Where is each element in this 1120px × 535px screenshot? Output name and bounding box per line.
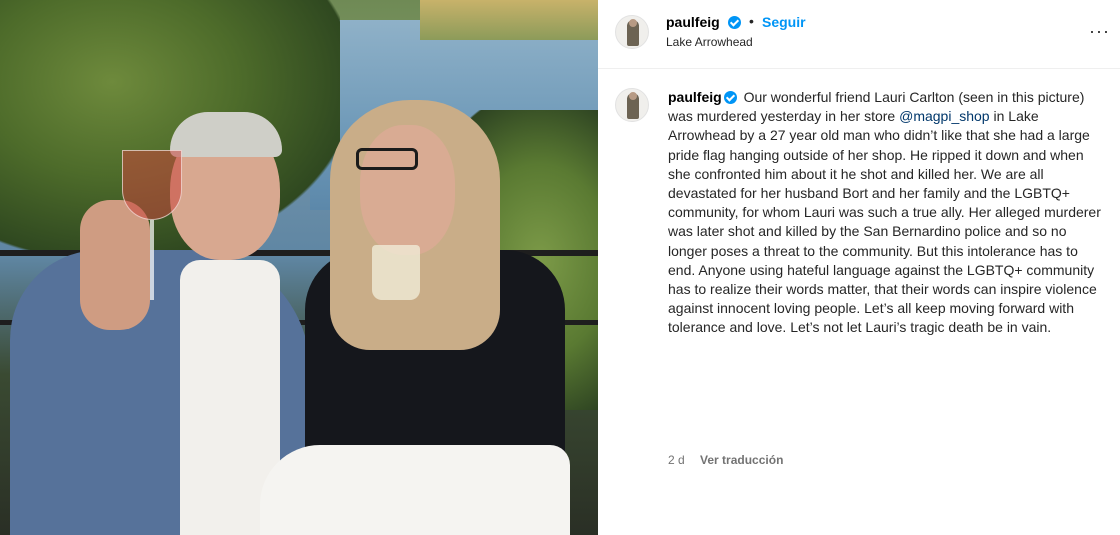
wine-glass-stem bbox=[150, 220, 154, 300]
wine-glass bbox=[122, 150, 182, 220]
caption-meta: 2 d Ver traducción bbox=[668, 453, 783, 467]
verified-badge-icon bbox=[723, 91, 737, 104]
man-raised-hand bbox=[80, 200, 150, 330]
avatar-head-icon bbox=[629, 92, 637, 100]
profile-avatar[interactable] bbox=[615, 15, 649, 49]
mention-link[interactable]: @magpi_shop bbox=[899, 108, 990, 124]
translate-button[interactable]: Ver traducción bbox=[700, 453, 783, 467]
location-link[interactable]: Lake Arrowhead bbox=[666, 35, 753, 49]
timestamp[interactable]: 2 d bbox=[668, 453, 685, 467]
caption-text: paulfeig Our wonderful friend Lauri Carl… bbox=[668, 88, 1108, 338]
tumbler-glass bbox=[372, 245, 420, 300]
header-username[interactable]: paulfeig bbox=[666, 14, 720, 30]
caption-avatar[interactable] bbox=[615, 88, 649, 122]
follow-button[interactable]: Seguir bbox=[762, 14, 806, 30]
woman-face bbox=[360, 125, 455, 255]
post-header: paulfeig • Seguir Lake Arrowhead ··· bbox=[598, 0, 1120, 69]
far-shore bbox=[420, 0, 598, 40]
caption-body-part2: in Lake Arrowhead by a 27 year old man w… bbox=[668, 108, 1101, 336]
post-photo[interactable] bbox=[0, 0, 598, 535]
avatar-head-icon bbox=[629, 19, 637, 27]
separator-dot: • bbox=[749, 13, 754, 29]
more-options-icon[interactable]: ··· bbox=[1089, 22, 1110, 40]
caption-username[interactable]: paulfeig bbox=[668, 89, 722, 105]
woman-eyeglasses bbox=[356, 148, 418, 170]
man-hair bbox=[170, 112, 282, 157]
white-pants bbox=[260, 445, 570, 535]
verified-badge-icon bbox=[728, 16, 741, 29]
post-side-panel: paulfeig • Seguir Lake Arrowhead ··· pau… bbox=[598, 0, 1120, 535]
